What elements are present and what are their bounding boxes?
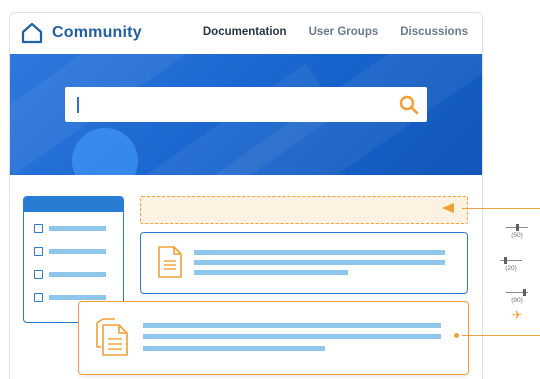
filter-label-line xyxy=(49,272,106,277)
filter-row[interactable] xyxy=(34,247,106,256)
slider-knob[interactable] xyxy=(516,224,519,231)
nav-documentation[interactable]: Documentation xyxy=(203,26,287,38)
logo[interactable]: Community xyxy=(20,22,142,44)
slider-label: (20) xyxy=(505,265,517,272)
annotation-line xyxy=(462,335,540,336)
checkbox[interactable] xyxy=(34,270,43,279)
dragging-card[interactable] xyxy=(78,301,469,375)
search-bar[interactable] xyxy=(65,87,427,122)
drop-placeholder[interactable] xyxy=(140,196,468,224)
top-header: Community Documentation User Groups Disc… xyxy=(10,13,482,54)
annotation-line xyxy=(462,208,540,209)
filter-label-line xyxy=(49,249,106,254)
copy-document-icon xyxy=(96,318,128,356)
checkbox[interactable] xyxy=(34,293,43,302)
filter-label-line xyxy=(49,295,106,300)
slider-label: (50) xyxy=(511,232,523,239)
drag-handle[interactable] xyxy=(453,332,460,339)
text-line xyxy=(194,250,445,255)
home-icon xyxy=(21,22,43,44)
text-line xyxy=(194,260,445,265)
search-icon[interactable] xyxy=(399,95,419,115)
text-line xyxy=(143,323,441,328)
nav-user-groups[interactable]: User Groups xyxy=(309,26,379,38)
text-line xyxy=(143,334,441,339)
checkbox[interactable] xyxy=(34,224,43,233)
document-icon xyxy=(158,246,182,278)
brand-name: Community xyxy=(52,24,142,41)
slider-knob[interactable] xyxy=(523,289,526,296)
slider-knob[interactable] xyxy=(504,257,507,264)
filter-label-line xyxy=(49,226,106,231)
text-line xyxy=(194,270,348,275)
community-window: Community Documentation User Groups Disc… xyxy=(9,12,483,379)
checkbox[interactable] xyxy=(34,247,43,256)
text-line xyxy=(143,346,325,351)
slider-label: (90) xyxy=(511,297,523,304)
search-input[interactable] xyxy=(79,87,427,122)
nav-discussions[interactable]: Discussions xyxy=(400,26,468,38)
hero-circle xyxy=(72,128,138,175)
document-card[interactable] xyxy=(140,232,468,294)
panel-header xyxy=(24,197,123,212)
hero-banner xyxy=(10,54,482,175)
main-nav: Documentation User Groups Discussions xyxy=(203,26,468,38)
filter-row[interactable] xyxy=(34,224,106,233)
arrow-left-icon xyxy=(442,203,454,213)
airplane-icon: ✈ xyxy=(512,308,523,322)
filter-row[interactable] xyxy=(34,270,106,279)
